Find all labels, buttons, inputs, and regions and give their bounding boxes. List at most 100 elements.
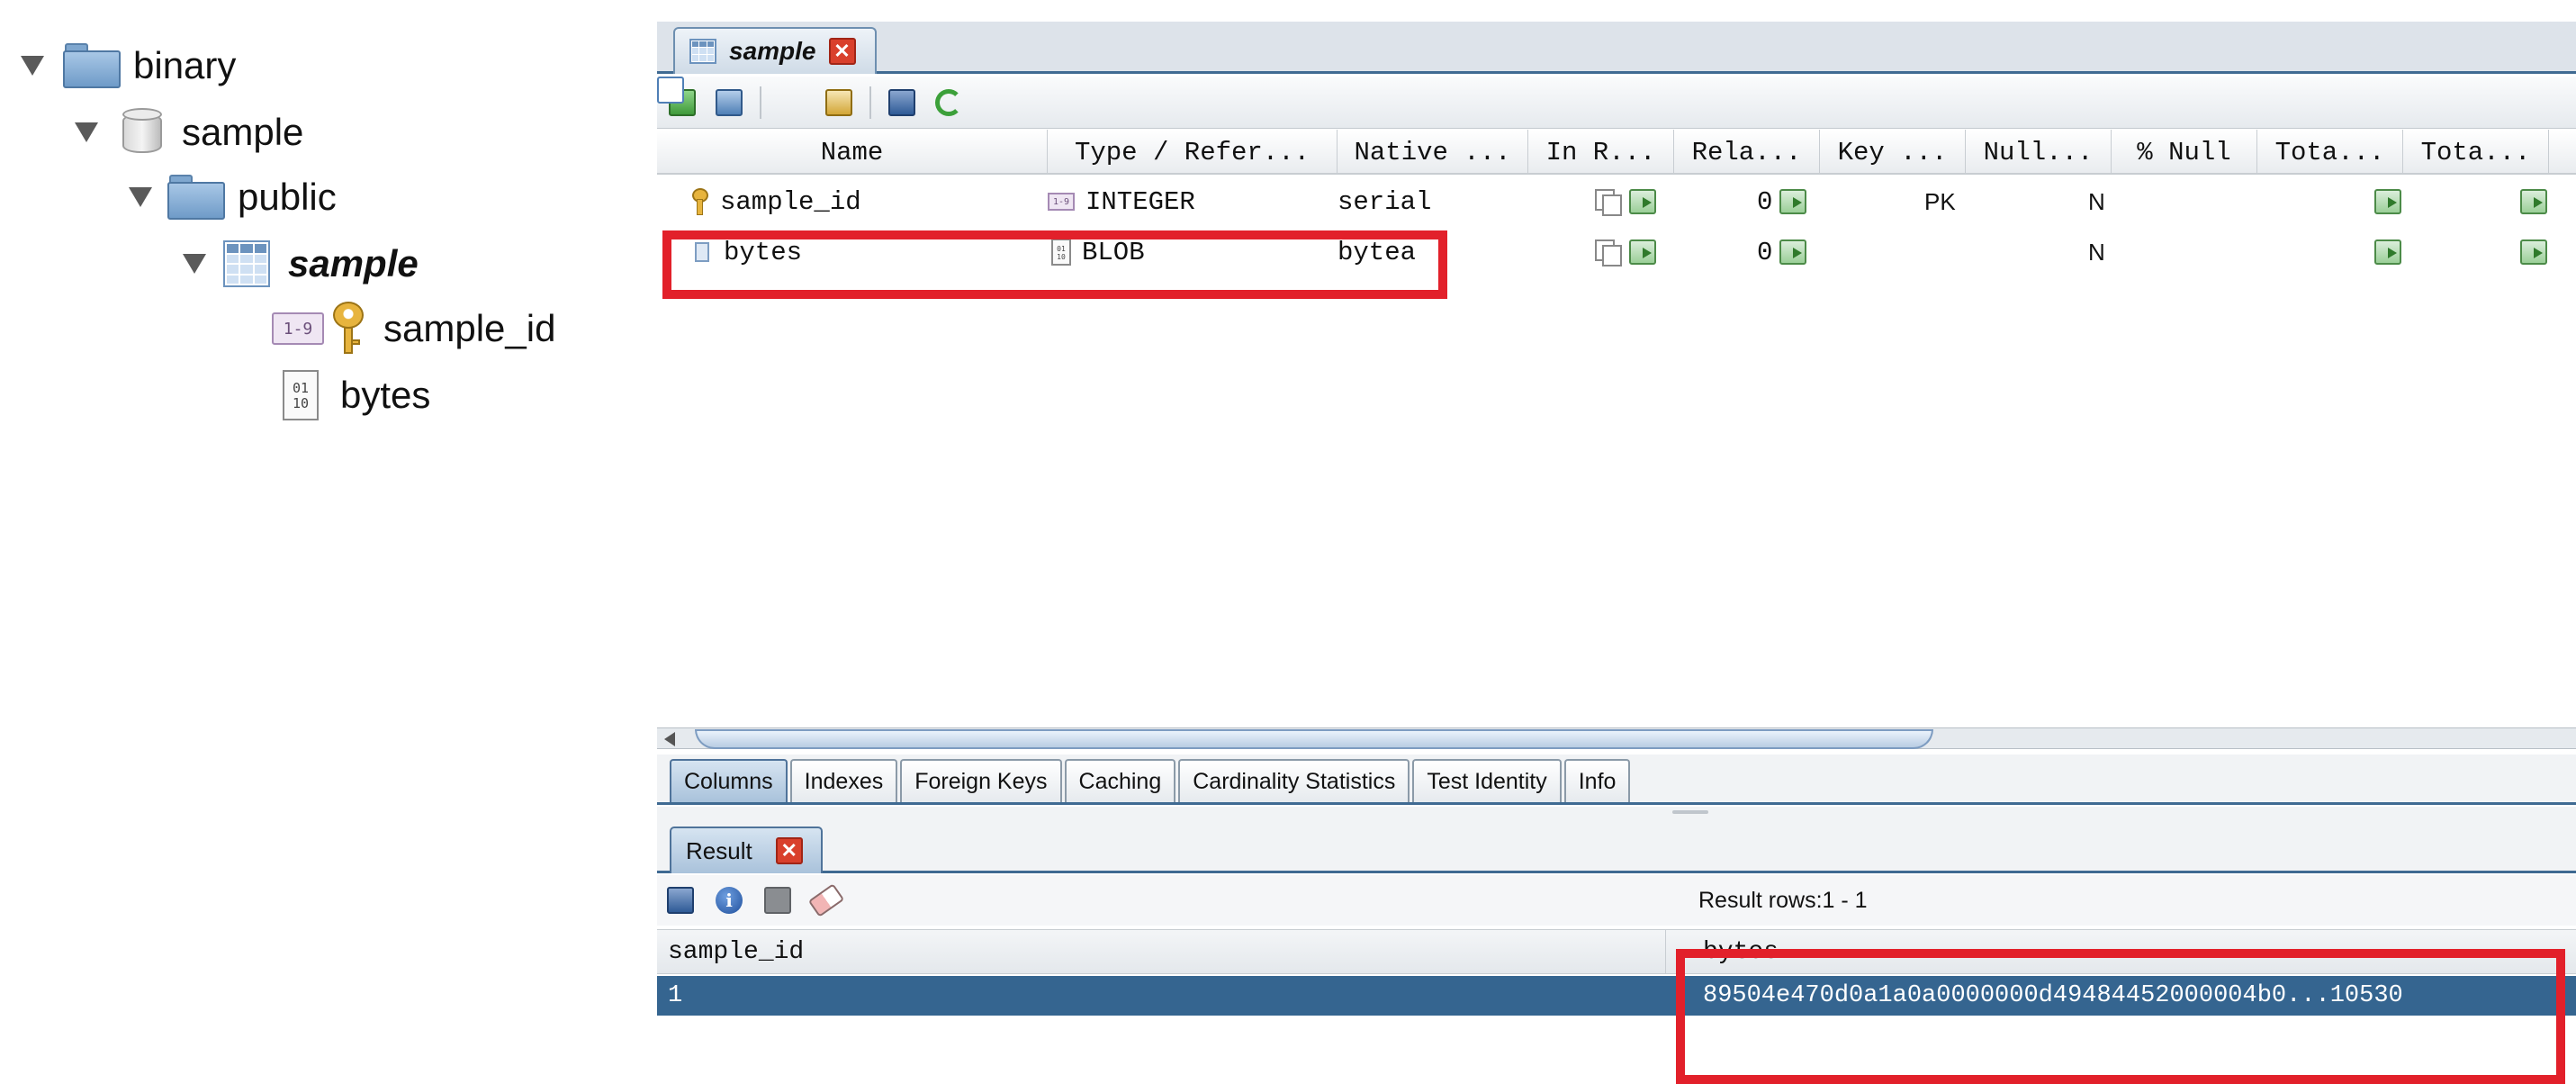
column-header[interactable]: In R... bbox=[1528, 130, 1674, 175]
clear-button[interactable] bbox=[806, 881, 846, 920]
scroll-left-icon[interactable] bbox=[661, 730, 679, 748]
result-tabstrip: Result ✕ bbox=[657, 819, 2576, 873]
column-header[interactable]: Tota... bbox=[2403, 130, 2549, 175]
horizontal-scrollbar[interactable] bbox=[657, 727, 2576, 749]
null-cell: N bbox=[2088, 176, 2105, 227]
properties-button[interactable] bbox=[819, 83, 859, 122]
result-toolbar: i bbox=[657, 875, 2576, 926]
eraser-icon bbox=[807, 883, 845, 917]
relation-count: 0 bbox=[1757, 237, 1773, 267]
tree-node-label: sample_id bbox=[383, 307, 556, 349]
column-header[interactable]: Name bbox=[657, 130, 1048, 175]
tree-node-label: binary bbox=[133, 44, 237, 86]
column-header[interactable]: Key ... bbox=[1820, 130, 1966, 175]
integer-type-icon: 1-9 bbox=[272, 312, 324, 345]
nullable-value: N bbox=[2088, 187, 2105, 215]
column-header[interactable]: Rela... bbox=[1674, 130, 1820, 175]
columns-grid-header: Name Type / Refer... Native ... In R... … bbox=[657, 130, 2576, 175]
tree-node-sample-database[interactable]: sample bbox=[74, 101, 303, 164]
result-cell-sample-id[interactable]: 1 bbox=[668, 976, 682, 1016]
tab-caching[interactable]: Caching bbox=[1064, 759, 1176, 802]
tab-test-identity[interactable]: Test Identity bbox=[1412, 759, 1562, 802]
tree-node-sample-id[interactable]: 1-9 sample_id bbox=[272, 297, 555, 360]
refresh-button[interactable] bbox=[929, 83, 968, 122]
result-rows-count: Result rows:1 - 1 bbox=[1698, 888, 1868, 913]
tab-columns[interactable]: Columns bbox=[670, 759, 788, 802]
highlight-box bbox=[1676, 949, 2565, 1084]
total-cell bbox=[2374, 176, 2401, 227]
tab-result[interactable]: Result ✕ bbox=[670, 827, 823, 873]
copy-icon[interactable] bbox=[1595, 239, 1622, 266]
column-header[interactable]: Type / Refer... bbox=[1048, 130, 1338, 175]
editor-tabstrip: sample ✕ bbox=[657, 22, 2576, 74]
column-header[interactable]: Null... bbox=[1966, 130, 2112, 175]
table-icon bbox=[223, 240, 270, 287]
type-cell: 1-9 INTEGER bbox=[1048, 176, 1195, 227]
nullable-value: N bbox=[2088, 238, 2105, 266]
comment-icon bbox=[764, 887, 791, 914]
integer-type-icon: 1-9 bbox=[1048, 193, 1075, 211]
binary-icon: 01 10 bbox=[283, 370, 319, 420]
tree-node-bytes[interactable]: 01 10 bytes bbox=[283, 364, 430, 427]
panel-splitter[interactable] bbox=[657, 807, 2576, 819]
close-tab-icon[interactable]: ✕ bbox=[828, 38, 856, 65]
null-cell: N bbox=[2088, 227, 2105, 277]
detail-tabs: Columns Indexes Foreign Keys Caching Car… bbox=[657, 754, 2576, 805]
hierarchy-button[interactable] bbox=[657, 77, 812, 122]
open-icon[interactable] bbox=[2520, 189, 2547, 214]
highlight-box bbox=[662, 230, 1447, 299]
tree-node-label: public bbox=[238, 176, 337, 218]
in-reference-cell bbox=[1595, 227, 1656, 277]
expand-toggle-icon[interactable] bbox=[128, 185, 153, 210]
save-result-button[interactable] bbox=[661, 881, 700, 920]
expand-toggle-icon[interactable] bbox=[182, 251, 207, 276]
edit-column-button[interactable] bbox=[709, 83, 749, 122]
tree-node-label: sample bbox=[288, 242, 419, 285]
tab-indexes[interactable]: Indexes bbox=[789, 759, 898, 802]
tab-sample[interactable]: sample ✕ bbox=[673, 27, 877, 74]
open-icon[interactable] bbox=[1629, 239, 1656, 265]
expand-toggle-icon[interactable] bbox=[20, 53, 45, 78]
database-icon bbox=[122, 108, 162, 157]
open-icon[interactable] bbox=[1629, 189, 1656, 214]
column-header[interactable]: Native ... bbox=[1338, 130, 1528, 175]
total-cell bbox=[2374, 227, 2401, 277]
tree-node-public[interactable]: public bbox=[128, 166, 337, 229]
open-icon[interactable] bbox=[1779, 189, 1807, 214]
table-row[interactable]: sample_id 1-9 INTEGER serial 0 PK N bbox=[657, 176, 2576, 227]
tab-foreign-keys[interactable]: Foreign Keys bbox=[900, 759, 1062, 802]
save-button[interactable] bbox=[882, 83, 922, 122]
tree-node-label: bytes bbox=[340, 374, 431, 416]
result-column-header[interactable]: sample_id bbox=[668, 930, 804, 973]
close-tab-icon[interactable]: ✕ bbox=[775, 837, 803, 864]
total-cell bbox=[2520, 176, 2547, 227]
tree-node-binary[interactable]: binary bbox=[20, 34, 236, 97]
toolbar-separator bbox=[760, 86, 761, 119]
schema-tree: binary sample public sample 1-9 sample_i… bbox=[0, 0, 648, 1084]
scrollbar-thumb[interactable] bbox=[695, 729, 1933, 749]
open-icon[interactable] bbox=[2374, 239, 2401, 265]
native-type: serial bbox=[1338, 186, 1432, 217]
column-header[interactable]: Tota... bbox=[2257, 130, 2403, 175]
tab-cardinality-statistics[interactable]: Cardinality Statistics bbox=[1178, 759, 1410, 802]
hierarchy-icon bbox=[657, 77, 684, 104]
editor-toolbar bbox=[657, 77, 2576, 129]
save-icon bbox=[667, 887, 694, 914]
open-icon[interactable] bbox=[2520, 239, 2547, 265]
tab-info[interactable]: Info bbox=[1563, 759, 1631, 802]
edit-icon bbox=[716, 88, 743, 116]
open-icon[interactable] bbox=[2374, 189, 2401, 214]
in-reference-cell bbox=[1595, 176, 1656, 227]
expand-toggle-icon[interactable] bbox=[74, 120, 99, 145]
key-value: PK bbox=[1924, 187, 1956, 215]
relation-cell: 0 bbox=[1757, 176, 1807, 227]
copy-icon[interactable] bbox=[1595, 189, 1622, 216]
info-button[interactable]: i bbox=[709, 881, 749, 920]
key-cell: PK bbox=[1924, 176, 1956, 227]
column-header[interactable]: % Null bbox=[2112, 130, 2257, 175]
open-icon[interactable] bbox=[1779, 239, 1807, 265]
name-cell: sample_id bbox=[691, 176, 861, 227]
tree-node-sample-table[interactable]: sample bbox=[182, 232, 419, 295]
properties-icon bbox=[825, 88, 852, 116]
grey-action-button[interactable] bbox=[758, 881, 797, 920]
